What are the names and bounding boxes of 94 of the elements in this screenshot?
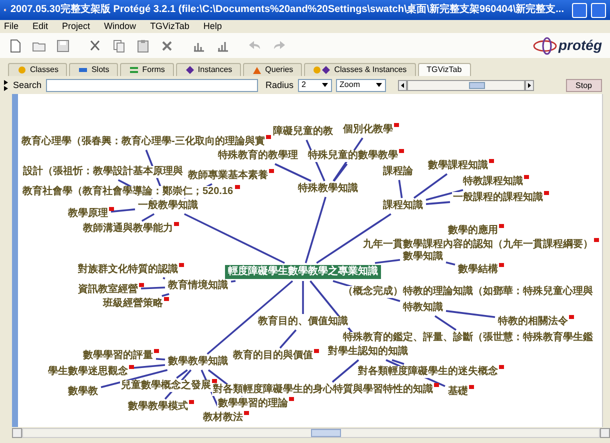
logo-icon (532, 36, 558, 56)
node-label[interactable]: 一般課程的課程知識 (452, 192, 544, 204)
class-instance-icon (313, 65, 332, 75)
new-file-icon[interactable] (8, 38, 22, 52)
tab[interactable]: Forms (120, 63, 174, 76)
edge-line (302, 281, 304, 314)
node-label[interactable]: 教育情境知識 (167, 280, 229, 292)
tab[interactable]: Instances (176, 63, 242, 76)
node-label[interactable]: 課程知識 (382, 200, 424, 212)
edge-line (141, 213, 155, 222)
node-label[interactable]: 數學教學知識 (167, 356, 229, 368)
right-arrow-icon (524, 80, 534, 90)
search-label: Search (13, 80, 42, 90)
node-label[interactable]: 數學課程知識 (427, 160, 489, 172)
dropdown-arrow-icon (322, 83, 328, 87)
node-label[interactable]: 特殊教育的教學理 (217, 150, 299, 162)
tab[interactable]: Slots (69, 63, 118, 76)
node-label[interactable]: 數學學習的理論 (217, 398, 289, 410)
dropdown-arrow-icon (376, 83, 382, 87)
node-label[interactable]: 輕度障礙學生數學教學之專業知識 (225, 265, 381, 279)
edge-line (332, 359, 360, 383)
instance-icon (184, 65, 195, 75)
maximize-button[interactable] (591, 2, 606, 18)
minimize-button[interactable] (572, 2, 587, 18)
edge-line (140, 286, 166, 290)
node-label[interactable]: 特教課程知識 (462, 176, 524, 188)
node-label[interactable]: 數學的應用 (447, 225, 499, 237)
edge-line (156, 358, 166, 360)
menu-item[interactable]: TGVizTab (150, 21, 190, 32)
node-label[interactable]: 數學教學模式 (127, 401, 189, 413)
left-arrow-icon (398, 80, 407, 90)
delete-icon[interactable] (160, 38, 174, 52)
expand-arrows-icon (4, 78, 9, 92)
node-label[interactable]: 資訊教室經營 (77, 284, 139, 296)
menu-item[interactable]: Edit (32, 21, 48, 32)
node-label[interactable]: 設計（張祖忻：教學設計基本原理與 (22, 166, 184, 178)
node-label[interactable]: 特殊教學知識 (297, 183, 359, 195)
node-label[interactable]: 教師專業基本素養 (187, 170, 269, 182)
node-label[interactable]: 數學教 (67, 386, 99, 398)
tab[interactable]: Classes & Instances (304, 63, 416, 76)
node-label[interactable]: 一般教學知識 (137, 200, 199, 212)
menu-item[interactable]: File (4, 21, 19, 32)
stop-button[interactable]: Stop (566, 78, 602, 92)
menu-item[interactable]: Project (62, 21, 90, 32)
node-label[interactable]: 教師溝通與教學能力 (82, 223, 174, 235)
edge-line (162, 277, 166, 280)
node-label[interactable]: 教育的目的與價值 (232, 350, 314, 362)
forms-icon (129, 65, 140, 75)
node-label[interactable]: 教材教法 (202, 412, 244, 424)
logo-text: protég (558, 37, 602, 54)
node-label[interactable]: 課程論 (382, 166, 414, 178)
node-label[interactable]: 教學原理 (67, 208, 109, 220)
node-label[interactable]: 教育目的、價值知識 (257, 316, 349, 328)
node-label[interactable]: 對各類輕度障礙學生的身心特質與學習特性的知識 (212, 384, 434, 396)
menu-item[interactable]: Help (203, 21, 222, 32)
node-label[interactable]: 兒童數學概念之發展 (120, 380, 212, 392)
tab[interactable]: Queries (243, 63, 302, 76)
edge-line (110, 208, 136, 213)
paste-icon[interactable] (136, 38, 150, 52)
queries-icon (252, 65, 262, 75)
slots-icon (78, 65, 88, 75)
node-label[interactable]: 障礙兒童的教 (272, 126, 334, 138)
edge-line (446, 262, 456, 266)
node-label[interactable]: 特教的相關法令 (497, 316, 569, 328)
horizontal-scrollbar[interactable] (12, 427, 610, 439)
copy-icon[interactable] (112, 38, 126, 52)
node-label[interactable]: 學生數學迷思觀念 (47, 366, 129, 378)
edge-line (162, 293, 170, 297)
node-label[interactable]: 特教知識 (402, 302, 444, 314)
tab[interactable]: Classes (8, 63, 68, 76)
node-label[interactable]: 班級經營策略 (102, 298, 164, 310)
menu-item[interactable]: Window (104, 21, 136, 32)
slider-thumb[interactable] (469, 82, 486, 88)
node-label[interactable]: 對族群文化特質的認識 (77, 264, 179, 276)
tab[interactable]: TGVizTab (418, 63, 471, 76)
node-label[interactable]: 基礎 (447, 386, 469, 398)
node-label[interactable]: 數學學習的評量 (82, 350, 154, 362)
class-icon (17, 65, 27, 75)
edge-line (398, 180, 403, 198)
node-label[interactable]: 對各類輕度障礙學生的迷失概念 (357, 366, 499, 378)
node-label[interactable]: 特殊教育的鑑定、評量、診斷（張世慧：特殊教育學生鑑 (342, 332, 594, 344)
node-label[interactable]: 個別化教學 (342, 124, 394, 136)
node-label[interactable]: 教育心理學（張春興：教育心理學-三化取向的理論與實 (20, 136, 266, 148)
window-title: 2007.05.30完整支架版 Protégé 3.2.1 (file:\C:\Documents%20and%20Settings\swatch\桌面\新完整支架960404\新完整支... (10, 4, 564, 16)
node-label[interactable]: 數學結構 (457, 264, 499, 276)
radius-label: Radius (266, 80, 294, 90)
node-label[interactable]: 教育社會學（教育社會學導論：鄭崇仁；520.16 (22, 186, 234, 198)
search-field[interactable] (46, 78, 258, 92)
node-label[interactable]: 數學知識 (402, 251, 444, 263)
node-label[interactable]: 對學生認知的知識 (327, 346, 409, 358)
save-icon[interactable] (56, 38, 70, 52)
zoom-dropdown[interactable]: Zoom (336, 78, 386, 92)
node-label[interactable]: 特殊兒童的數學教學 (307, 150, 399, 162)
radius-dropdown[interactable]: 2 (298, 78, 332, 92)
